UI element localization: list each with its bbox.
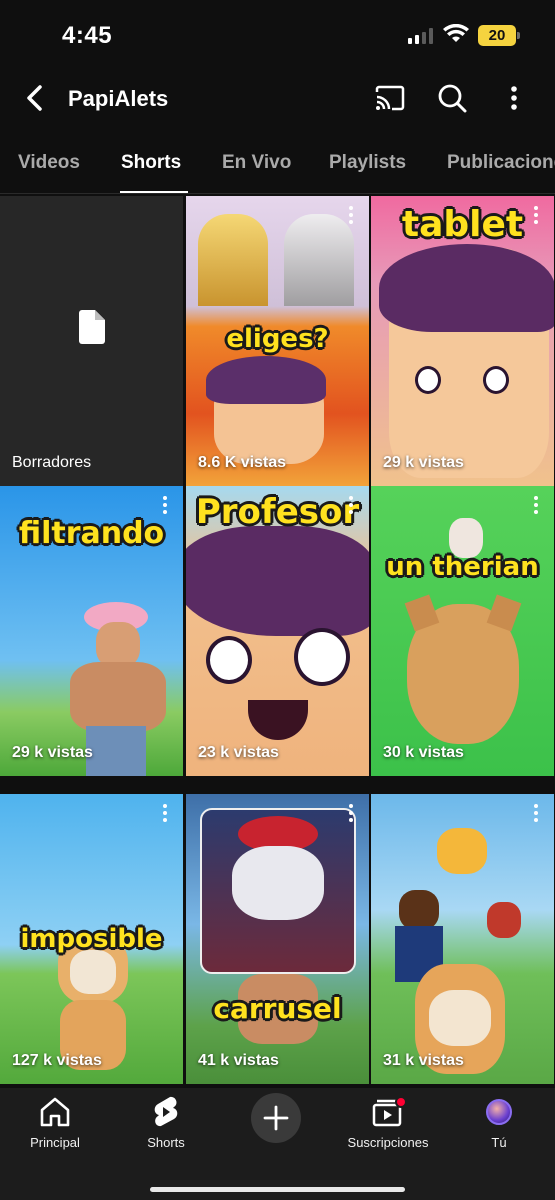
short-views: 29 k vistas [12,744,93,761]
short-menu-button[interactable] [343,802,359,824]
short-caption: eliges? [226,324,329,354]
short-views: 31 k vistas [383,1052,464,1069]
back-arrow-icon [27,85,42,111]
short-caption: imposible [20,924,163,954]
short-menu-button[interactable] [528,802,544,824]
cast-icon [375,85,405,111]
shorts-icon [154,1096,178,1127]
nav-shorts[interactable]: Shorts [111,1094,221,1150]
short-views: 29 k vistas [383,454,464,471]
battery-tip [517,32,520,39]
home-indicator [150,1187,405,1192]
search-icon [438,84,467,113]
tab-publicaciones[interactable]: Publicaciones [447,152,555,174]
back-button[interactable] [14,78,54,118]
short-views: 127 k vistas [12,1052,102,1069]
status-bar: 4:45 20 [0,0,555,66]
short-caption: carrusel [213,992,342,1025]
home-icon [40,1097,70,1127]
short-thumbnail[interactable]: Profesor 23 k vistas [186,486,369,776]
create-button[interactable] [251,1093,301,1143]
tab-shorts[interactable]: Shorts [121,152,181,174]
active-tab-indicator [120,191,188,193]
nav-suscripciones[interactable]: Suscripciones [333,1094,443,1150]
short-views: 41 k vistas [198,1052,279,1069]
search-button[interactable] [432,78,472,118]
document-icon [79,310,105,344]
nav-principal[interactable]: Principal [0,1094,110,1150]
tab-videos[interactable]: Videos [18,152,80,174]
avatar [486,1099,512,1125]
nav-label: Shorts [147,1135,185,1150]
nav-label: Tú [491,1135,507,1150]
short-menu-button[interactable] [528,494,544,516]
channel-tabs: Videos Shorts En Vivo Playlists Publicac… [0,134,555,194]
short-caption: filtrando [18,516,165,551]
short-thumbnail[interactable]: filtrando 29 k vistas [0,486,183,776]
notification-dot [395,1096,407,1108]
short-thumbnail[interactable]: carrusel 41 k vistas [186,794,369,1084]
short-menu-button[interactable] [157,802,173,824]
nav-tu[interactable]: Tú [444,1094,554,1150]
short-menu-button[interactable] [528,204,544,226]
drafts-label: Borradores [12,454,92,471]
short-thumbnail[interactable]: imposible 127 k vistas [0,794,183,1084]
channel-header: PapiAlets [0,66,555,132]
status-time: 4:45 [62,22,113,49]
short-thumbnail[interactable]: un therian 30 k vistas [371,486,554,776]
cat-emoji-icon [437,828,487,874]
short-menu-button[interactable] [157,494,173,516]
more-vert-icon [511,86,517,110]
short-caption: Profesor [195,492,360,532]
short-menu-button[interactable] [343,494,359,516]
short-caption: tablet [401,204,524,245]
plus-icon [263,1105,289,1131]
nav-label: Principal [30,1135,80,1150]
short-menu-button[interactable] [343,204,359,226]
short-views: 30 k vistas [383,744,464,761]
short-views: 23 k vistas [198,744,279,761]
cast-button[interactable] [370,78,410,118]
channel-title: PapiAlets [68,86,169,111]
signal-icon [408,28,434,44]
bottom-navigation: Principal Shorts Suscripciones Tú [0,1088,555,1200]
short-thumbnail[interactable]: 31 k vistas [371,794,554,1084]
wifi-icon [443,24,469,42]
drafts-tile[interactable]: Borradores [0,196,183,486]
battery-indicator: 20 [478,25,516,46]
tab-playlists[interactable]: Playlists [329,152,406,174]
more-options-button[interactable] [494,78,534,118]
tab-en-vivo[interactable]: En Vivo [222,152,291,174]
short-thumbnail[interactable]: eliges? 8.6 K vistas [186,196,369,486]
short-views: 8.6 K vistas [198,454,287,471]
nav-label: Suscripciones [347,1135,429,1150]
shorts-grid: Borradores eliges? 8.6 K vistas tablet 2… [0,196,555,1088]
short-caption: un therian [386,552,539,582]
short-thumbnail[interactable]: tablet 29 k vistas [371,196,554,486]
